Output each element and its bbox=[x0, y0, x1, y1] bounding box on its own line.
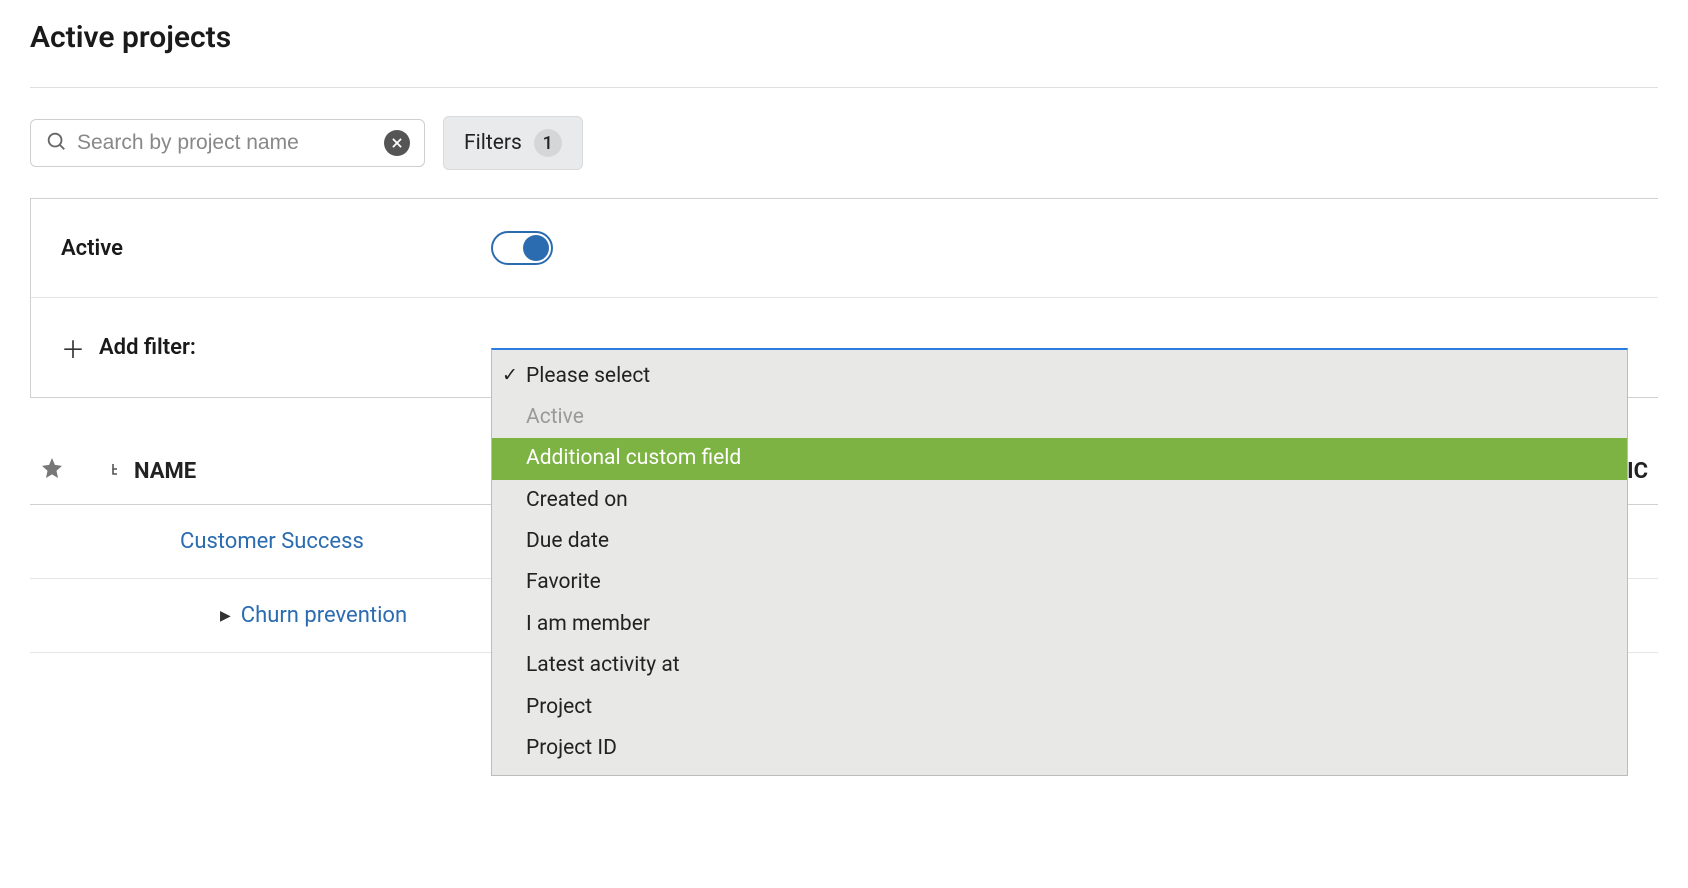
search-icon bbox=[45, 130, 67, 156]
clear-search-button[interactable] bbox=[384, 130, 410, 156]
dropdown-option-favorite[interactable]: Favorite bbox=[492, 562, 1627, 603]
add-filter-label: ＋ Add filter: bbox=[61, 330, 491, 365]
filter-label-active: Active bbox=[61, 236, 491, 261]
toolbar: Filters 1 bbox=[30, 116, 1658, 170]
filter-row-active: Active bbox=[31, 199, 1658, 298]
filters-button[interactable]: Filters 1 bbox=[443, 116, 583, 170]
header-divider bbox=[30, 87, 1658, 88]
dropdown-option-due-date[interactable]: Due date bbox=[492, 521, 1627, 562]
dropdown-option-please-select[interactable]: Please select bbox=[492, 356, 1627, 397]
filter-panel: Active ＋ Add filter: Please select Activ… bbox=[30, 198, 1658, 398]
toggle-knob bbox=[523, 235, 549, 261]
dropdown-option-project[interactable]: Project bbox=[492, 687, 1627, 728]
page-title: Active projects bbox=[30, 20, 1658, 55]
hierarchy-icon bbox=[110, 461, 126, 481]
active-toggle[interactable] bbox=[491, 231, 553, 265]
project-link-customer-success[interactable]: Customer Success bbox=[110, 529, 364, 554]
plus-icon: ＋ bbox=[61, 330, 85, 365]
expand-caret-icon[interactable]: ▶ bbox=[220, 608, 231, 624]
filters-count-badge: 1 bbox=[534, 129, 562, 157]
dropdown-option-project-id[interactable]: Project ID bbox=[492, 728, 1627, 769]
filter-dropdown[interactable]: Please select Active Additional custom f… bbox=[491, 348, 1628, 777]
search-box[interactable] bbox=[30, 119, 425, 167]
dropdown-option-active: Active bbox=[492, 397, 1627, 438]
project-link-churn-prevention[interactable]: ▶ Churn prevention bbox=[110, 603, 407, 628]
dropdown-option-latest-activity[interactable]: Latest activity at bbox=[492, 645, 1627, 686]
favorite-column-header[interactable] bbox=[40, 456, 80, 486]
filter-row-add: ＋ Add filter: Please select Active Addit… bbox=[31, 298, 1658, 397]
filters-label: Filters bbox=[464, 131, 522, 155]
dropdown-option-additional-custom-field[interactable]: Additional custom field bbox=[492, 438, 1627, 479]
search-input[interactable] bbox=[77, 131, 374, 155]
dropdown-option-i-am-member[interactable]: I am member bbox=[492, 604, 1627, 645]
dropdown-option-created-on[interactable]: Created on bbox=[492, 480, 1627, 521]
name-column-header[interactable]: NAME bbox=[110, 459, 196, 484]
